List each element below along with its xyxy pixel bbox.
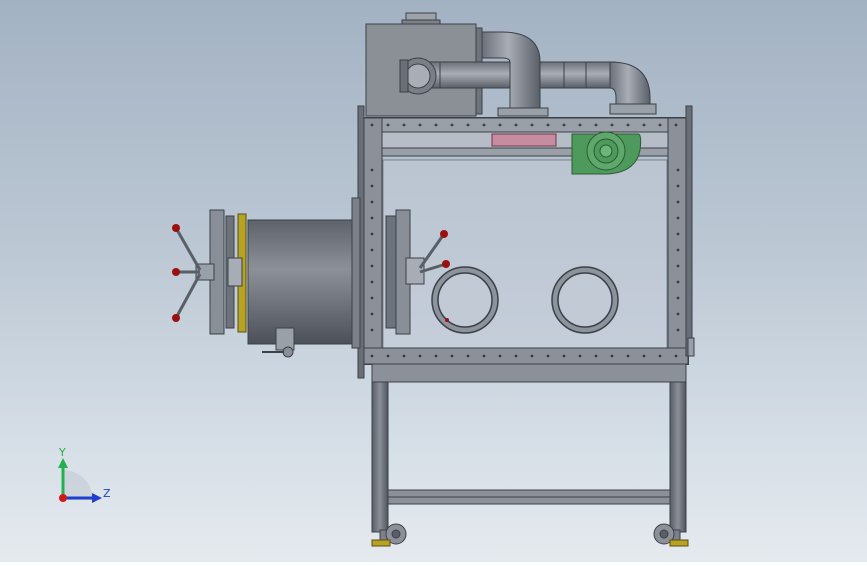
bolt	[370, 216, 374, 220]
bolt	[676, 168, 680, 172]
bolt	[370, 296, 374, 300]
bolt	[370, 354, 374, 358]
bolt	[658, 123, 662, 127]
bolt	[642, 354, 646, 358]
bolt	[514, 354, 518, 358]
bolt	[370, 280, 374, 284]
bolt	[562, 354, 566, 358]
bolt	[676, 184, 680, 188]
bolt	[642, 123, 646, 127]
cad-viewport[interactable]: Y Z	[0, 0, 867, 562]
bolt	[676, 328, 680, 332]
bolt	[676, 312, 680, 316]
axis-triad: Y Z	[58, 446, 111, 503]
bolt	[530, 354, 534, 358]
bolt	[370, 200, 374, 204]
bolt	[676, 296, 680, 300]
glove-port-left	[431, 266, 499, 334]
bolt	[514, 123, 518, 127]
bolt	[370, 232, 374, 236]
bolt	[370, 184, 374, 188]
bolt	[450, 354, 454, 358]
z-axis-label: Z	[103, 487, 111, 500]
glovebox-drawing: Y Z	[58, 12, 695, 547]
bolt	[498, 354, 502, 358]
antechamber	[172, 197, 450, 358]
bolt	[626, 354, 630, 358]
bolt	[418, 123, 422, 127]
bolt	[562, 123, 566, 127]
bolt	[676, 200, 680, 204]
bolt	[370, 312, 374, 316]
bolt	[594, 123, 598, 127]
bolt	[658, 354, 662, 358]
bolt	[370, 248, 374, 252]
bolt	[386, 354, 390, 358]
bolt	[370, 123, 374, 127]
bolt	[676, 248, 680, 252]
bolt	[466, 354, 470, 358]
bolt	[386, 123, 390, 127]
bolt	[578, 123, 582, 127]
bolt	[676, 264, 680, 268]
bolt	[530, 123, 534, 127]
bolt	[610, 354, 614, 358]
bolt	[578, 354, 582, 358]
y-axis-label: Y	[58, 446, 66, 459]
bolt	[482, 123, 486, 127]
bolt	[450, 123, 454, 127]
bolt	[434, 354, 438, 358]
bolt	[676, 216, 680, 220]
support-stand	[371, 363, 687, 533]
bolt	[546, 354, 550, 358]
bolt	[402, 354, 406, 358]
bolt	[370, 168, 374, 172]
bolt	[676, 232, 680, 236]
bolt	[626, 123, 630, 127]
bolt	[498, 123, 502, 127]
bolt	[370, 328, 374, 332]
bolt	[370, 264, 374, 268]
bolt	[610, 123, 614, 127]
bolt	[402, 123, 406, 127]
bolt	[434, 123, 438, 127]
bolt	[674, 123, 678, 127]
bolt	[594, 354, 598, 358]
bolt	[674, 354, 678, 358]
bolt	[482, 354, 486, 358]
bolt	[466, 123, 470, 127]
glove-port-right	[551, 266, 619, 334]
bolt	[418, 354, 422, 358]
bolt	[546, 123, 550, 127]
bolt	[676, 280, 680, 284]
